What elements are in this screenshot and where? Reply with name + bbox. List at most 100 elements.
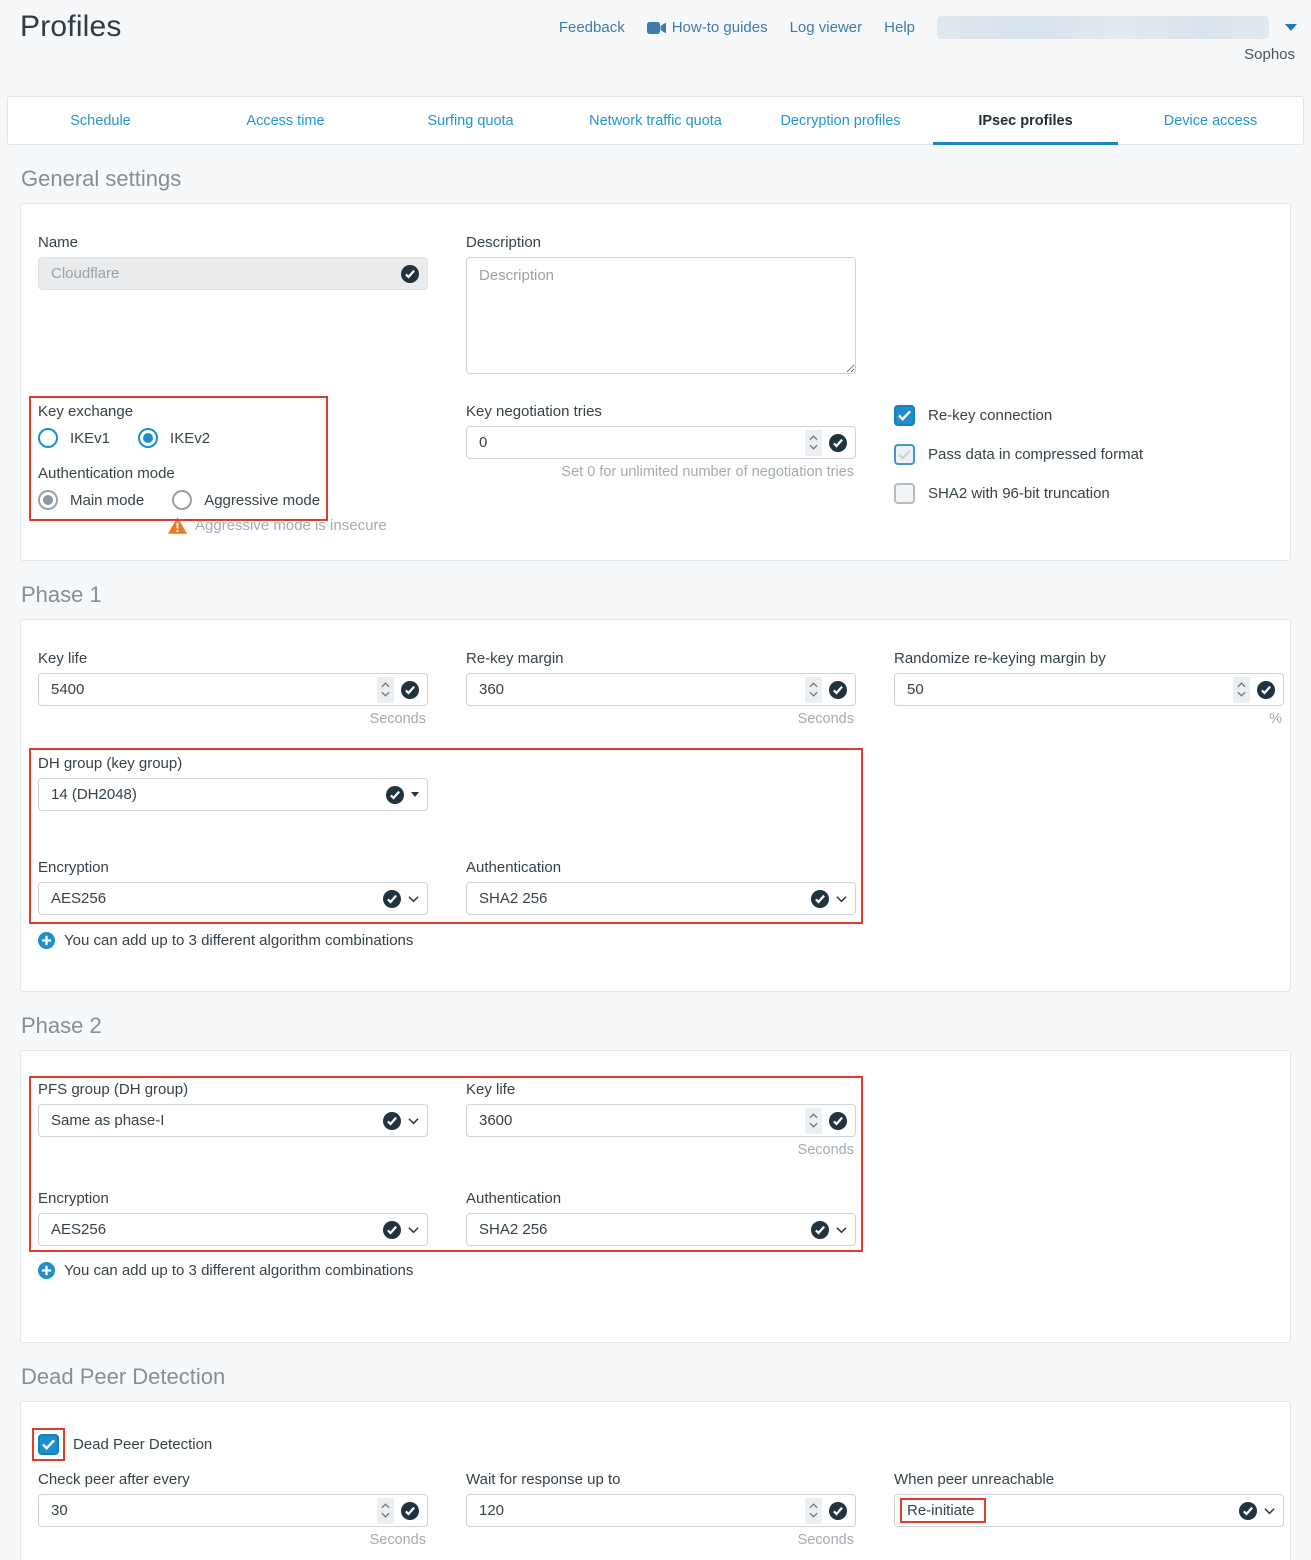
dpd-card: Dead Peer Detection Check peer after eve…	[20, 1401, 1291, 1560]
dpd-when-value: Re-initiate	[907, 1502, 975, 1519]
chevron-down-icon	[408, 1117, 419, 1125]
add-plus-icon[interactable]	[38, 1262, 55, 1279]
header-right: Feedback How-to guides Log viewer Help S…	[559, 10, 1297, 96]
tab-access-time[interactable]: Access time	[193, 97, 378, 144]
tab-network-traffic-quota[interactable]: Network traffic quota	[563, 97, 748, 144]
dpd-when-select[interactable]: Re-initiate	[894, 1494, 1284, 1527]
key-negotiation-input[interactable]	[466, 426, 856, 459]
name-label: Name	[38, 234, 428, 251]
dpd-wait-input[interactable]	[466, 1494, 856, 1527]
p1-dh-group-select[interactable]: 14 (DH2048)	[38, 778, 428, 811]
add-plus-icon[interactable]	[38, 932, 55, 949]
name-input[interactable]	[38, 257, 428, 290]
phase2-card: PFS group (DH group) Same as phase-I Key…	[20, 1050, 1291, 1343]
p1-authentication-select[interactable]: SHA2 256	[466, 882, 856, 915]
tab-ipsec-profiles[interactable]: IPsec profiles	[933, 97, 1118, 144]
p1-dh-group: DH group (key group) 14 (DH2048)	[38, 755, 428, 811]
p1-add-combination-row: You can add up to 3 different algorithm …	[38, 932, 1282, 949]
stepper-icon[interactable]	[805, 677, 822, 703]
p1-authentication-value: SHA2 256	[479, 890, 547, 907]
stepper-icon[interactable]	[1233, 677, 1250, 703]
description-field-group: Description	[466, 234, 856, 379]
p1-randomize-group: Randomize re-keying margin by %	[894, 650, 1284, 727]
key-negotiation-group: Key negotiation tries Set 0 for unlimite…	[466, 403, 856, 480]
p1-randomize-value[interactable]	[907, 681, 1225, 698]
sha2-truncation-label: SHA2 with 96-bit truncation	[928, 485, 1110, 502]
tab-device-access[interactable]: Device access	[1118, 97, 1303, 144]
tab-decryption-profiles[interactable]: Decryption profiles	[748, 97, 933, 144]
dpd-check-peer-label: Check peer after every	[38, 1471, 428, 1488]
p1-rekey-margin-unit: Seconds	[466, 711, 856, 727]
p2-authentication-select[interactable]: SHA2 256	[466, 1213, 856, 1246]
p1-dh-group-label: DH group (key group)	[38, 755, 428, 772]
help-link[interactable]: Help	[884, 19, 915, 36]
dpd-enable-row: Dead Peer Detection	[38, 1434, 1282, 1455]
dpd-when-label: When peer unreachable	[894, 1471, 1284, 1488]
p2-key-life-input[interactable]	[466, 1104, 856, 1137]
stepper-icon[interactable]	[805, 430, 822, 456]
p2-key-life-value[interactable]	[479, 1112, 797, 1129]
key-negotiation-help: Set 0 for unlimited number of negotiatio…	[466, 464, 856, 480]
log-viewer-link[interactable]: Log viewer	[790, 19, 863, 36]
dpd-wait-unit: Seconds	[466, 1532, 856, 1548]
aggressive-mode-radio[interactable]	[172, 490, 192, 510]
compressed-format-checkbox[interactable]	[894, 444, 915, 465]
p2-key-life-group: Key life Seconds	[466, 1081, 856, 1158]
p1-key-life-input[interactable]	[38, 673, 428, 706]
dpd-enable-label: Dead Peer Detection	[73, 1436, 212, 1453]
valid-check-icon	[1257, 681, 1275, 699]
tab-surfing-quota[interactable]: Surfing quota	[378, 97, 563, 144]
valid-check-icon	[811, 890, 829, 908]
p1-rekey-margin-label: Re-key margin	[466, 650, 856, 667]
stepper-icon[interactable]	[377, 1498, 394, 1524]
p1-encryption-select[interactable]: AES256	[38, 882, 428, 915]
p1-authentication-label: Authentication	[466, 859, 856, 876]
dpd-check-peer-value[interactable]	[51, 1502, 369, 1519]
p1-randomize-input[interactable]	[894, 673, 1284, 706]
p2-encryption-label: Encryption	[38, 1190, 428, 1207]
account-menu[interactable]	[937, 16, 1269, 39]
tab-schedule[interactable]: Schedule	[8, 97, 193, 144]
dpd-wait-label: Wait for response up to	[466, 1471, 856, 1488]
p1-randomize-label: Randomize re-keying margin by	[894, 650, 1284, 667]
valid-check-icon	[829, 1502, 847, 1520]
key-exchange-column: Key exchange IKEv1 IKEv2 Authentication …	[38, 403, 428, 534]
main-mode-radio[interactable]	[38, 490, 58, 510]
p1-rekey-margin-value[interactable]	[479, 681, 797, 698]
phase2-heading: Phase 2	[21, 1013, 1291, 1039]
header-links: Feedback How-to guides Log viewer Help	[559, 10, 1297, 39]
dpd-check-peer-input[interactable]	[38, 1494, 428, 1527]
p2-pfs-group-label: PFS group (DH group)	[38, 1081, 428, 1098]
p2-pfs-group-select[interactable]: Same as phase-I	[38, 1104, 428, 1137]
key-exchange-options: IKEv1 IKEv2	[38, 428, 428, 448]
chevron-down-icon	[836, 895, 847, 903]
rekey-connection-row: Re-key connection	[894, 405, 1284, 426]
ikev2-radio[interactable]	[138, 428, 158, 448]
p2-encryption-select[interactable]: AES256	[38, 1213, 428, 1246]
page-title: Profiles	[20, 10, 122, 96]
p1-key-life-value[interactable]	[51, 681, 369, 698]
chevron-down-icon	[408, 1226, 419, 1234]
p2-key-life-unit: Seconds	[466, 1142, 856, 1158]
ikev1-radio[interactable]	[38, 428, 58, 448]
p2-add-combination-note: You can add up to 3 different algorithm …	[64, 1262, 413, 1279]
dpd-enable-checkbox[interactable]	[38, 1434, 59, 1455]
ikev1-label: IKEv1	[70, 430, 110, 447]
howto-guides-link[interactable]: How-to guides	[647, 19, 768, 36]
p1-rekey-margin-input[interactable]	[466, 673, 856, 706]
key-negotiation-label: Key negotiation tries	[466, 403, 856, 420]
rekey-connection-checkbox[interactable]	[894, 405, 915, 426]
dpd-when-group: When peer unreachable Re-initiate	[894, 1471, 1284, 1527]
p2-authentication-group: Authentication SHA2 256	[466, 1190, 856, 1246]
stepper-icon[interactable]	[805, 1498, 822, 1524]
dpd-wait-value[interactable]	[479, 1502, 797, 1519]
stepper-icon[interactable]	[377, 677, 394, 703]
feedback-link[interactable]: Feedback	[559, 19, 625, 36]
key-negotiation-value[interactable]	[479, 434, 797, 451]
sha2-truncation-checkbox[interactable]	[894, 483, 915, 504]
description-textarea[interactable]	[466, 257, 856, 374]
chevron-down-icon[interactable]	[1285, 24, 1297, 31]
p1-key-life-label: Key life	[38, 650, 428, 667]
dropdown-caret-icon	[411, 792, 419, 797]
stepper-icon[interactable]	[805, 1108, 822, 1134]
